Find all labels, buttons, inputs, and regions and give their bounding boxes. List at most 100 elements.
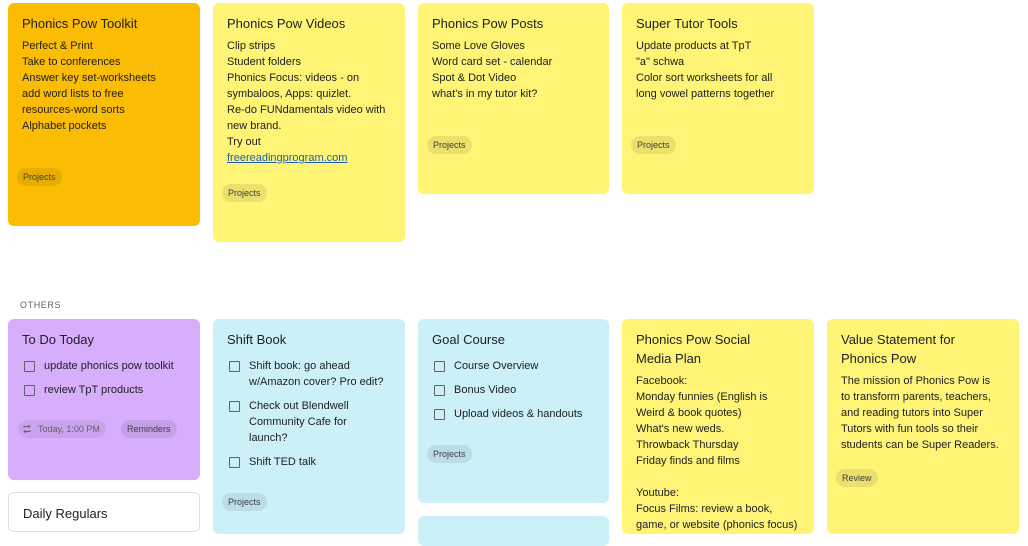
note-social-media-plan[interactable]: Phonics Pow Social Media Plan Facebook: … [622, 319, 814, 534]
checkbox-icon[interactable] [229, 401, 240, 412]
note-line: Some Love Gloves [432, 40, 525, 52]
note-line: Color sort worksheets for all [636, 72, 773, 84]
note-line: long vowel patterns together [636, 88, 775, 100]
note-line: Take to conferences [22, 56, 121, 68]
label-chip[interactable]: Projects [427, 136, 472, 154]
note-line: to transform parents, teachers, [841, 391, 991, 403]
note-title: Super Tutor Tools [636, 16, 738, 31]
note-phonics-pow-posts[interactable]: Phonics Pow Posts Some Love Gloves Word … [418, 3, 609, 194]
reminder-text: Today, 1:00 PM [38, 424, 100, 434]
note-line: Tutors with fun tools so their [841, 423, 979, 435]
checklist-line: w/Amazon cover? Pro edit? [249, 376, 384, 388]
note-line: Weird & book quotes) [636, 407, 742, 419]
checklist-item-text: update phonics pow toolkit [44, 360, 174, 372]
note-title-line: Phonics Pow Social [636, 332, 751, 347]
reminder-repeat-icon [23, 424, 31, 434]
checklist-item[interactable]: Shift book: go ahead w/Amazon cover? Pro… [227, 358, 391, 390]
checklist-item[interactable]: Course Overview [432, 358, 595, 374]
note-line: Word card set - calendar [432, 56, 553, 68]
note-line: Spot & Dot Video [432, 72, 517, 84]
note-line: "a" schwa [636, 56, 685, 68]
checklist-line: launch? [249, 432, 288, 444]
checklist-item-text: Course Overview [454, 360, 539, 372]
checklist-item-text: Shift book: go ahead w/Amazon cover? Pro… [249, 358, 384, 390]
checkbox-icon[interactable] [434, 409, 445, 420]
section-heading-others: OTHERS [20, 300, 62, 310]
note-title: Phonics Pow Videos [227, 16, 346, 31]
note-line: Student folders [227, 56, 301, 68]
note-line: Friday finds and films [636, 455, 740, 467]
note-shift-book[interactable]: Shift Book Shift book: go ahead w/Amazon… [213, 319, 405, 534]
note-line: Phonics Focus: videos - on [227, 72, 360, 84]
note-title: Shift Book [227, 332, 287, 347]
label-chip[interactable]: Projects [222, 493, 267, 511]
note-title: Goal Course [432, 332, 505, 347]
checklist-item[interactable]: update phonics pow toolkit [22, 358, 186, 374]
checklist-line: Check out Blendwell [249, 400, 349, 412]
label-chip[interactable]: Projects [427, 445, 472, 463]
note-line: Facebook: [636, 375, 688, 387]
note-line: what's in my tutor kit? [432, 88, 538, 100]
checklist-item-text: review TpT products [44, 384, 144, 396]
note-line: new brand. [227, 120, 282, 132]
label-chip[interactable]: Projects [222, 184, 267, 202]
checklist-item[interactable]: Upload videos & handouts [432, 406, 595, 422]
checkbox-icon[interactable] [229, 361, 240, 372]
note-line: resources-word sorts [22, 104, 125, 116]
note-super-tutor-tools[interactable]: Super Tutor Tools Update products at TpT… [622, 3, 814, 194]
checklist-item-text: Bonus Video [454, 384, 517, 396]
note-line: Update products at TpT [636, 40, 752, 52]
checklist-item[interactable]: Shift TED talk [227, 454, 391, 470]
note-value-statement[interactable]: Value Statement for Phonics Pow The miss… [827, 319, 1019, 534]
checklist-line: Community Cafe for [249, 416, 347, 428]
note-title-line: Phonics Pow [841, 351, 917, 366]
note-line: Monday funnies (English is [636, 391, 768, 403]
note-goal-course[interactable]: Goal Course Course Overview Bonus Video … [418, 319, 609, 503]
note-title: Phonics Pow Posts [432, 16, 544, 31]
note-line: What's new weds. [636, 423, 725, 435]
checklist-line: Shift book: go ahead [249, 360, 350, 372]
label-chip[interactable]: Reminders [121, 420, 177, 438]
reminder-chip[interactable]: Today, 1:00 PM [18, 420, 106, 438]
note-line [636, 469, 800, 485]
checklist-item-text: Upload videos & handouts [454, 408, 583, 420]
note-line: symbaloos, Apps: quizlet. [227, 88, 352, 100]
note-line: Focus Films: review a book, [636, 503, 773, 515]
note-title-line: Media Plan [636, 351, 702, 366]
note-daily-regulars[interactable]: Daily Regulars [8, 492, 200, 532]
checklist-item[interactable]: review TpT products [22, 382, 186, 398]
note-to-do-today[interactable]: To Do Today update phonics pow toolkit r… [8, 319, 200, 480]
checkbox-icon[interactable] [434, 385, 445, 396]
label-chip[interactable]: Review [836, 469, 878, 487]
checklist-item-text: Check out Blendwell Community Cafe for l… [249, 398, 349, 446]
note-link[interactable]: freereadingprogram.com [227, 150, 391, 166]
label-chip[interactable]: Projects [17, 168, 62, 186]
note-title: To Do Today [22, 332, 95, 347]
note-line: The mission of Phonics Pow is [841, 375, 991, 387]
checkbox-icon[interactable] [434, 361, 445, 372]
note-line: students can be Super Readers. [841, 439, 999, 451]
checklist-item[interactable]: Bonus Video [432, 382, 595, 398]
note-line: Throwback Thursday [636, 439, 739, 451]
note-phonics-pow-toolkit[interactable]: Phonics Pow Toolkit Perfect & Print Take… [8, 3, 200, 226]
checkbox-icon[interactable] [24, 385, 35, 396]
note-title: Phonics Pow Social Media Plan [636, 330, 800, 368]
note-line: Alphabet pockets [22, 120, 107, 132]
note-line: Clip strips [227, 40, 276, 52]
note-next-partial[interactable] [418, 516, 609, 546]
note-line: Youtube: [636, 487, 680, 499]
note-line: Perfect & Print [22, 40, 93, 52]
note-title-line: Value Statement for [841, 332, 955, 347]
note-title: Daily Regulars [23, 506, 108, 521]
checkbox-icon[interactable] [24, 361, 35, 372]
note-line: add word lists to free [22, 88, 124, 100]
note-title: Value Statement for Phonics Pow [841, 330, 1005, 368]
checklist-item[interactable]: Check out Blendwell Community Cafe for l… [227, 398, 391, 446]
note-line: Try out [227, 136, 261, 148]
note-line: and reading tutors into Super [841, 407, 983, 419]
note-line: Answer key set-worksheets [22, 72, 156, 84]
note-phonics-pow-videos[interactable]: Phonics Pow Videos Clip strips Student f… [213, 3, 405, 242]
checkbox-icon[interactable] [229, 457, 240, 468]
checklist-item-text: Shift TED talk [249, 456, 317, 468]
label-chip[interactable]: Projects [631, 136, 676, 154]
